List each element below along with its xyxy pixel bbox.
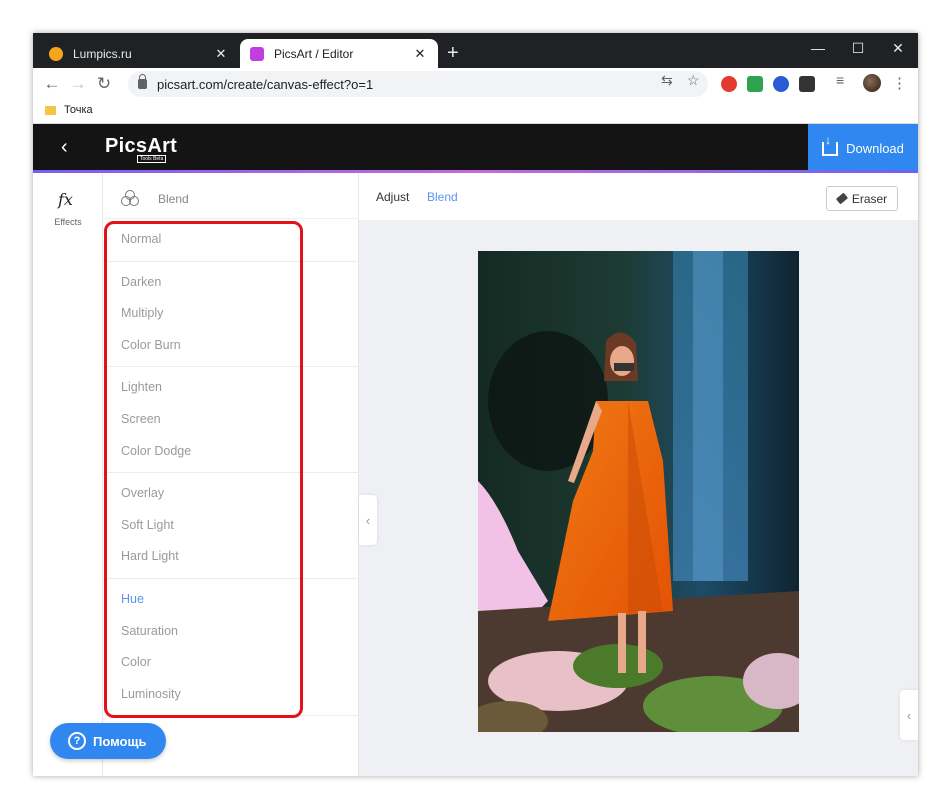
blend-mode-darken[interactable]: Darken bbox=[103, 267, 359, 299]
blend-mode-hard-light[interactable]: Hard Light bbox=[103, 541, 359, 573]
blend-mode-soft-light[interactable]: Soft Light bbox=[103, 510, 359, 542]
browser-toolbar: ← → ↻ picsart.com/create/canvas-effect?o… bbox=[33, 68, 918, 100]
blend-group-overlay: Overlay Soft Light Hard Light bbox=[103, 473, 359, 579]
blend-mode-hue[interactable]: Hue bbox=[103, 584, 359, 616]
blend-mode-normal[interactable]: Normal bbox=[103, 224, 359, 256]
tools-rail: fx Effects bbox=[33, 173, 103, 776]
tab-title: PicsArt / Editor bbox=[274, 46, 354, 61]
blend-mode-lighten[interactable]: Lighten bbox=[103, 372, 359, 404]
bookmark-folder[interactable]: Точка bbox=[45, 104, 93, 116]
browser-menu-icon[interactable]: ⋮ bbox=[892, 74, 907, 92]
extension-cube-icon[interactable] bbox=[799, 76, 815, 92]
download-icon bbox=[822, 134, 839, 156]
back-icon[interactable]: ← bbox=[41, 73, 63, 95]
collapse-panel-chevron-icon[interactable]: ‹ bbox=[359, 495, 377, 545]
logo-badge: Tools Beta bbox=[137, 155, 167, 163]
extension-check-icon[interactable] bbox=[747, 76, 763, 92]
folder-icon bbox=[45, 105, 56, 115]
media-control-icon[interactable]: ≡ bbox=[836, 72, 844, 88]
blend-group-darken: Darken Multiply Color Burn bbox=[103, 262, 359, 368]
extension-globe-icon[interactable] bbox=[773, 76, 789, 92]
tab-title: Lumpics.ru bbox=[73, 46, 132, 61]
tab-picsart[interactable]: PicsArt / Editor ✕ bbox=[240, 39, 438, 68]
forward-icon[interactable]: → bbox=[67, 73, 89, 95]
eraser-icon bbox=[835, 192, 848, 205]
blend-mode-luminosity[interactable]: Luminosity bbox=[103, 679, 359, 711]
bookmark-label: Точка bbox=[64, 104, 93, 116]
bookmarks-bar: Точка bbox=[33, 100, 918, 124]
help-button[interactable]: ? Помощь bbox=[50, 723, 166, 759]
blend-mode-multiply[interactable]: Multiply bbox=[103, 298, 359, 330]
effects-fx-icon[interactable]: fx bbox=[58, 190, 73, 209]
tab-close-icon[interactable]: ✕ bbox=[213, 46, 229, 62]
new-tab-button[interactable]: + bbox=[447, 40, 459, 66]
blend-mode-color[interactable]: Color bbox=[103, 647, 359, 679]
tab-blend[interactable]: Blend bbox=[427, 190, 458, 204]
app-header: ‹ PicsArt Tools Beta Download bbox=[33, 124, 918, 173]
tab-strip: Lumpics.ru ✕ PicsArt / Editor ✕ + — ☐ ✕ bbox=[33, 33, 918, 68]
browser-window: Lumpics.ru ✕ PicsArt / Editor ✕ + — ☐ ✕ … bbox=[33, 33, 918, 776]
download-button[interactable]: Download bbox=[808, 124, 918, 173]
profile-avatar[interactable] bbox=[863, 74, 881, 92]
expand-panel-chevron-icon[interactable]: ‹ bbox=[900, 690, 918, 740]
back-chevron-icon[interactable]: ‹ bbox=[61, 136, 68, 159]
extension-adblock-icon[interactable] bbox=[721, 76, 737, 92]
editor-canvas: ‹ ‹ bbox=[359, 220, 918, 776]
effects-label[interactable]: Effects bbox=[33, 217, 103, 227]
reload-icon[interactable]: ↻ bbox=[93, 73, 115, 95]
blend-group-normal: Normal bbox=[103, 219, 359, 262]
minimize-button[interactable]: — bbox=[798, 33, 838, 63]
picsart-favicon-icon bbox=[250, 46, 264, 61]
blend-mode-color-dodge[interactable]: Color Dodge bbox=[103, 436, 359, 468]
edited-photo bbox=[478, 251, 799, 732]
panel-title: Blend bbox=[158, 192, 189, 206]
tab-adjust[interactable]: Adjust bbox=[376, 190, 409, 204]
maximize-button[interactable]: ☐ bbox=[838, 33, 878, 63]
tab-lumpics[interactable]: Lumpics.ru ✕ bbox=[39, 39, 239, 68]
photo-image bbox=[478, 251, 799, 732]
blend-mode-color-burn[interactable]: Color Burn bbox=[103, 330, 359, 362]
panel-header: Blend bbox=[103, 173, 359, 219]
help-question-icon: ? bbox=[68, 732, 86, 750]
blend-group-hue: Hue Saturation Color Luminosity bbox=[103, 579, 359, 717]
eraser-button[interactable]: Eraser bbox=[826, 186, 898, 211]
translate-icon[interactable]: ⇆ bbox=[661, 72, 673, 89]
download-label: Download bbox=[846, 141, 904, 156]
blend-mode-saturation[interactable]: Saturation bbox=[103, 616, 359, 648]
address-bar[interactable]: picsart.com/create/canvas-effect?o=1 bbox=[128, 71, 708, 97]
blend-mode-screen[interactable]: Screen bbox=[103, 404, 359, 436]
blend-mode-overlay[interactable]: Overlay bbox=[103, 478, 359, 510]
lumpics-favicon-icon bbox=[49, 46, 63, 61]
eraser-label: Eraser bbox=[851, 191, 888, 206]
blend-panel: Blend Normal Darken Multiply Color Burn … bbox=[103, 173, 359, 776]
tab-close-icon[interactable]: ✕ bbox=[412, 46, 428, 62]
bookmark-star-icon[interactable]: ☆ bbox=[687, 72, 700, 89]
blend-icon bbox=[121, 190, 139, 206]
canvas-header: Adjust Blend Eraser bbox=[359, 173, 918, 220]
url-text: picsart.com/create/canvas-effect?o=1 bbox=[157, 76, 374, 92]
blend-group-lighten: Lighten Screen Color Dodge bbox=[103, 367, 359, 474]
help-label: Помощь bbox=[93, 733, 147, 749]
blend-mode-list: Normal Darken Multiply Color Burn Lighte… bbox=[103, 219, 359, 717]
close-window-button[interactable]: ✕ bbox=[878, 33, 918, 63]
lock-icon bbox=[138, 74, 147, 89]
